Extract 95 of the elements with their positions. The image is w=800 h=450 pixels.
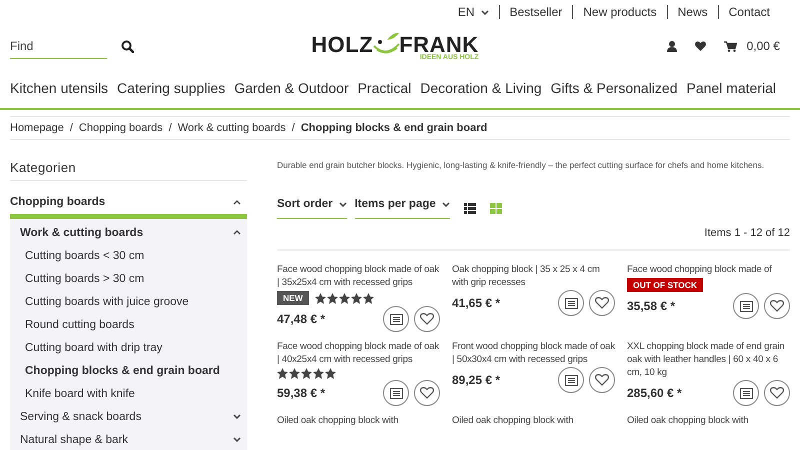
filled-star-icon <box>277 368 288 379</box>
nav-link[interactable]: Gifts & Personalized <box>550 80 678 96</box>
product-title[interactable]: Oiled oak chopping block with <box>452 414 615 427</box>
category-item[interactable]: Knife board with knife <box>10 382 247 405</box>
product-title[interactable]: Oiled oak chopping block with <box>277 414 440 427</box>
breadcrumb-separator: / <box>70 122 73 134</box>
filled-star-icon <box>325 368 336 379</box>
details-button[interactable] <box>558 290 584 316</box>
stock-badge: OUT OF STOCK <box>627 278 704 292</box>
product-title[interactable]: Face wood chopping block made of oak | 35x25x4 cm with recessed grips <box>277 263 440 289</box>
user-icon <box>666 40 677 52</box>
language-dropdown[interactable]: EN <box>448 5 499 19</box>
product-price: 89,25 € * <box>452 373 500 387</box>
list-icon <box>390 314 402 324</box>
filled-star-icon <box>350 292 362 304</box>
wishlist-button[interactable] <box>414 306 440 332</box>
product-title[interactable]: Front wood chopping block made of oak | 50x30x4 cm with recessed grips <box>452 340 615 366</box>
category-item[interactable]: Serving & snack boards <box>10 405 247 428</box>
heart-outline-icon <box>595 374 609 386</box>
wishlist-button[interactable] <box>764 293 790 319</box>
details-button[interactable] <box>733 380 759 406</box>
breadcrumb-link[interactable]: Chopping blocks & end grain board <box>300 122 488 134</box>
heart-outline-icon <box>420 387 434 399</box>
category-item[interactable]: Cutting board with drip tray <box>10 336 247 359</box>
caret-icon <box>480 10 489 14</box>
details-button[interactable] <box>383 306 409 332</box>
heart-outline-icon <box>770 387 784 399</box>
product-title[interactable]: Oiled oak chopping block with <box>627 414 790 427</box>
search-icon <box>121 40 134 52</box>
nav-link[interactable]: Kitchen utensils <box>10 80 108 96</box>
category-item[interactable]: Natural shape & bark <box>10 428 247 450</box>
list-icon <box>740 388 752 398</box>
breadcrumb-separator: / <box>168 122 172 134</box>
sort-dropdown[interactable]: Sort order <box>277 198 347 219</box>
breadcrumb-link[interactable]: Work & cutting boards <box>178 122 286 134</box>
nav-link[interactable]: Garden & Outdoor <box>234 80 349 96</box>
sort-dropdown[interactable]: Items per page <box>354 198 450 219</box>
heart-icon <box>694 41 706 51</box>
product-title[interactable]: XXL chopping block made of end grain oak with leather handles | 60 x 40 x 6 cm, 10 kg <box>627 340 790 379</box>
category-item[interactable]: Chopping blocks & end grain board <box>10 359 247 382</box>
list-view-icon[interactable] <box>464 203 476 214</box>
wishlist-button[interactable] <box>589 290 615 316</box>
nav-link[interactable]: Panel material <box>686 80 776 96</box>
top-link[interactable]: New products <box>572 5 667 19</box>
heart-outline-icon <box>770 300 784 312</box>
top-link[interactable]: News <box>666 5 718 19</box>
product-title[interactable]: Face wood chopping block made of <box>627 263 790 276</box>
top-link[interactable]: Bestseller <box>498 5 572 19</box>
filled-star-icon <box>314 292 326 304</box>
heart-outline-icon <box>420 313 434 325</box>
cart-button[interactable]: 0,00 € <box>724 39 780 53</box>
product-price: 47,48 € * <box>277 312 326 326</box>
details-button[interactable] <box>383 380 409 406</box>
list-icon <box>390 388 402 398</box>
category-item[interactable]: Cutting boards with juice groove <box>10 290 247 313</box>
filled-star-icon <box>338 292 350 304</box>
nav-link[interactable]: Catering supplies <box>117 80 226 96</box>
sidebar-heading: Kategorien <box>10 140 247 181</box>
category-item[interactable]: Cutting boards > 30 cm <box>10 267 247 290</box>
new-badge: NEW <box>277 291 309 305</box>
list-icon <box>564 374 578 386</box>
product-title[interactable]: Face wood chopping block made of oak | 40x25x4 cm with recessed grips <box>277 340 440 366</box>
category-item[interactable]: Round cutting boards <box>10 313 247 336</box>
category-item[interactable]: Work & cutting boards <box>10 221 247 244</box>
filled-star-icon <box>313 368 324 379</box>
filled-star-icon <box>301 368 312 379</box>
search-field[interactable]: Find <box>10 33 107 59</box>
product-price: 285,60 € * <box>627 386 682 400</box>
filled-star-icon <box>326 292 338 304</box>
nav-link[interactable]: Practical <box>358 80 412 96</box>
filled-star-icon <box>289 368 300 379</box>
breadcrumb-separator: / <box>292 122 295 134</box>
filled-star-icon <box>362 292 374 304</box>
caret-icon <box>338 202 347 206</box>
category-description: Durable end grain butcher blocks. Hygienic, long-lasting & knife-friendly – the perfect cutting surface for chefs and home kitchens. <box>277 160 766 170</box>
wishlist-button[interactable] <box>589 367 615 393</box>
category-item[interactable]: Cutting boards < 30 cm <box>10 244 247 267</box>
wishlist-button[interactable] <box>764 380 790 406</box>
product-price: 59,38 € * <box>277 386 326 400</box>
wishlist-button[interactable] <box>414 380 440 406</box>
product-title[interactable]: Oak chopping block | 35 x 25 x 4 cm with grip recesses <box>452 263 615 289</box>
caret-icon <box>442 202 450 206</box>
product-price: 35,58 € * <box>627 299 676 313</box>
list-icon <box>564 298 578 308</box>
details-button[interactable] <box>733 293 759 319</box>
product-price: 41,65 € * <box>452 296 500 310</box>
cart-icon <box>724 40 737 52</box>
details-button[interactable] <box>558 367 584 393</box>
heart-outline-icon <box>595 297 609 309</box>
nav-link[interactable]: Decoration & Living <box>420 80 542 96</box>
item-count: Items 1 - 12 of 12 <box>277 219 790 251</box>
list-icon <box>740 300 752 312</box>
breadcrumb-link[interactable]: Chopping boards <box>78 122 163 134</box>
top-link[interactable]: Contact <box>718 5 780 19</box>
breadcrumb-link[interactable]: Homepage <box>10 122 64 134</box>
